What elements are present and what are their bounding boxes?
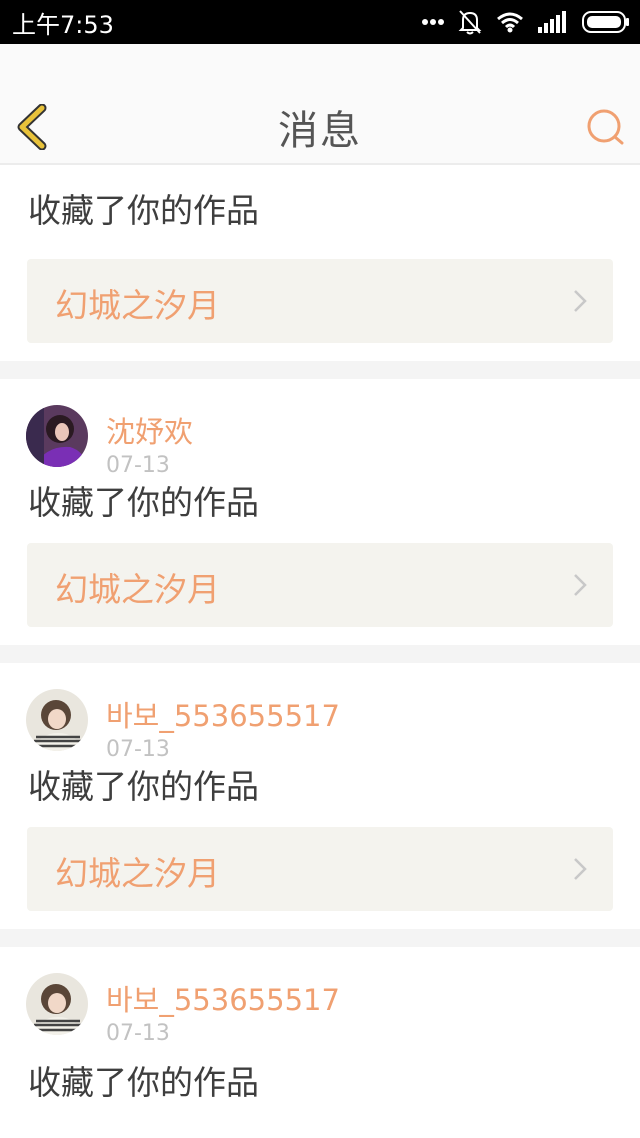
work-link[interactable]: 幻城之汐月: [27, 543, 613, 627]
work-link[interactable]: 幻城之汐月: [27, 259, 613, 343]
action-text: 收藏了你的作品: [28, 767, 259, 806]
date: 07-13: [106, 453, 170, 478]
avatar[interactable]: [26, 405, 88, 467]
action-text: 收藏了你的作品: [28, 483, 259, 522]
action-text: 收藏了你的作品: [28, 191, 259, 230]
work-title: 幻城之汐月: [55, 854, 220, 893]
avatar[interactable]: [26, 973, 88, 1035]
separator: [0, 645, 640, 663]
chevron-right-icon: [574, 858, 587, 880]
work-link[interactable]: 幻城之汐月: [27, 827, 613, 911]
chevron-right-icon: [574, 574, 587, 596]
chevron-right-icon: [574, 290, 587, 312]
page-title: 消息: [278, 108, 362, 154]
user-row[interactable]: 바보_553655517 07-13: [0, 947, 640, 1055]
message-card: 바보_553655517 07-13 收藏了你的作品: [0, 947, 640, 1103]
username[interactable]: 바보_553655517: [106, 977, 340, 1019]
message-card: 沈妤欢 07-13 收藏了你的作品 幻城之汐月: [0, 379, 640, 645]
message-card: 收藏了你的作品 幻城之汐月: [0, 165, 640, 361]
status-time: 上午7:53: [12, 10, 114, 39]
date: 07-13: [106, 737, 170, 762]
action-text: 收藏了你的作品: [28, 1063, 259, 1102]
user-row[interactable]: 沈妤欢 07-13: [0, 379, 640, 487]
message-feed: 收藏了你的作品 幻城之汐月 沈妤欢 07-13 收藏了你的作品 幻城之汐月 바보…: [0, 165, 640, 1103]
avatar[interactable]: [26, 689, 88, 751]
status-icons: [422, 9, 630, 35]
header: 消息: [0, 44, 640, 165]
date: 07-13: [106, 1021, 170, 1046]
dots-icon: [422, 19, 444, 25]
separator: [0, 361, 640, 379]
bell-off-icon: [458, 10, 482, 35]
work-title: 幻城之汐月: [55, 570, 220, 609]
status-bar: 上午7:53: [0, 0, 640, 44]
work-title: 幻城之汐月: [55, 286, 220, 325]
wifi-icon: [497, 12, 523, 33]
signal-icon: [538, 11, 566, 33]
user-row[interactable]: 바보_553655517 07-13: [0, 663, 640, 771]
message-card: 바보_553655517 07-13 收藏了你的作品 幻城之汐月: [0, 663, 640, 929]
username[interactable]: 沈妤欢: [106, 409, 193, 451]
username[interactable]: 바보_553655517: [106, 693, 340, 735]
battery-icon: [582, 11, 629, 33]
search-icon[interactable]: [584, 106, 628, 150]
separator: [0, 929, 640, 947]
